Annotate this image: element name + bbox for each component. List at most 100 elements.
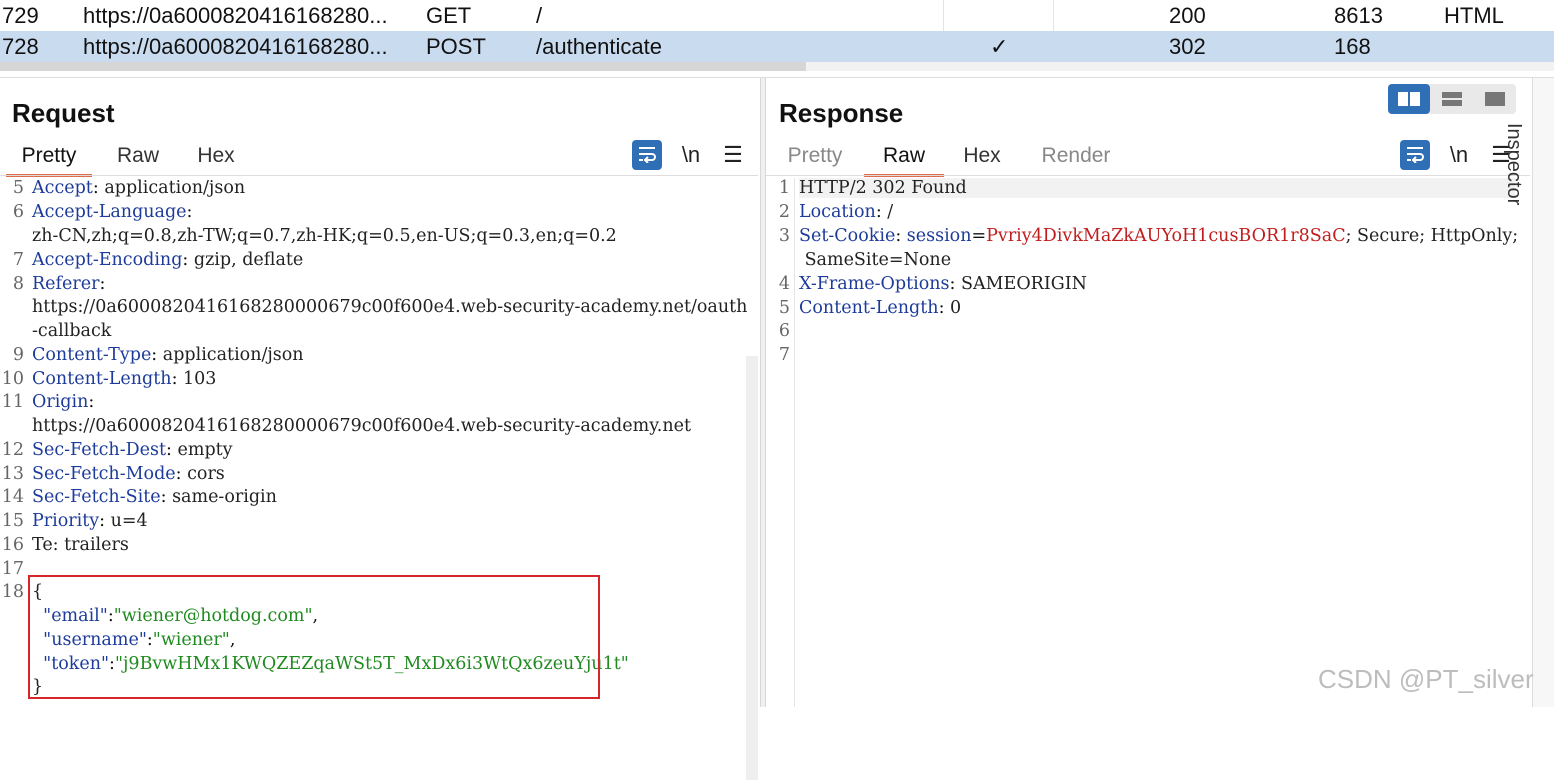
header-name: Accept-Encoding <box>32 250 183 270</box>
line-number: 5 <box>12 178 24 198</box>
header-value: same-origin <box>166 487 277 507</box>
line-number: 14 <box>1 487 24 507</box>
row-status: 200 <box>1169 3 1206 28</box>
header-value: https://0a6000820416168280000679c00f600e… <box>32 416 691 436</box>
row-number: 729 <box>2 3 39 28</box>
header-value: -callback <box>32 321 112 341</box>
line-number: 7 <box>778 345 790 365</box>
tab-pretty[interactable]: Pretty <box>774 140 856 174</box>
show-newlines-button[interactable]: \n <box>676 140 706 170</box>
line-number: 2 <box>778 202 790 222</box>
header-value: https://0a6000820416168280000679c00f600e… <box>32 297 748 317</box>
line-gutter: 1 2 3 4 5 6 7 <box>766 178 795 707</box>
line-number: 6 <box>778 321 790 341</box>
line-number: 6 <box>12 202 24 222</box>
header-value: SAMEORIGIN <box>955 274 1087 294</box>
rows-icon <box>1442 92 1462 106</box>
header-value: / <box>881 202 894 222</box>
layout-side-by-side-button[interactable] <box>1388 84 1430 114</box>
header-value: cors <box>181 464 225 484</box>
cookie-attributes: SameSite=None <box>799 250 952 270</box>
header-name: Referer <box>32 274 100 294</box>
tab-pretty[interactable]: Pretty <box>6 140 92 177</box>
wrap-icon <box>1407 147 1424 164</box>
layout-toggle-group <box>1388 84 1516 114</box>
wrap-icon <box>639 147 656 164</box>
inspector-label: Inspector <box>1503 123 1525 206</box>
row-number: 728 <box>2 34 39 59</box>
cookie-attributes: ; Secure; HttpOnly; <box>1345 226 1519 246</box>
history-horizontal-scrollbar[interactable] <box>0 62 1554 71</box>
header-name: Set-Cookie <box>799 226 896 246</box>
request-pane: Request Pretty Raw Hex \n ☰ 5 6 7 8 9 10… <box>0 78 758 780</box>
response-editor[interactable]: 1 2 3 4 5 6 7 HTTP/2 302 Found Location:… <box>766 178 1519 707</box>
header-name: Sec-Fetch-Mode <box>32 464 176 484</box>
header-value: zh-CN,zh;q=0.8,zh-TW;q=0.7,zh-HK;q=0.5,e… <box>32 226 617 246</box>
header-name: Origin <box>32 392 89 412</box>
line-number: 5 <box>778 298 790 318</box>
row-url: https://0a6000820416168280... <box>83 3 388 28</box>
watermark: CSDN @PT_silver <box>1318 664 1534 694</box>
line-number: 15 <box>1 511 24 531</box>
header-value: 0 <box>944 298 962 318</box>
row-mime: HTML <box>1444 3 1504 28</box>
header-value: 103 <box>177 369 217 389</box>
header-name: Sec-Fetch-Dest <box>32 440 167 460</box>
tab-hex[interactable]: Hex <box>184 140 248 174</box>
line-number: 11 <box>1 392 24 412</box>
line-number: 9 <box>12 345 24 365</box>
line-number: 8 <box>12 274 24 294</box>
header-name: Accept-Language <box>32 202 187 222</box>
row-status: 302 <box>1169 34 1206 59</box>
line-number: 18 <box>1 582 24 602</box>
row-url: https://0a6000820416168280... <box>83 34 388 59</box>
table-row-selected[interactable]: 728 https://0a6000820416168280... POST /… <box>0 31 1554 62</box>
tab-hex[interactable]: Hex <box>952 140 1012 174</box>
row-path: /authenticate <box>536 34 662 59</box>
columns-icon <box>1398 92 1420 106</box>
header-name: Content-Length <box>799 298 939 318</box>
layout-single-button[interactable] <box>1474 84 1516 114</box>
inspector-sidebar[interactable]: Inspector <box>1503 78 1554 707</box>
http-history-table: 729 https://0a6000820416168280... GET / … <box>0 0 1554 62</box>
header-name: Content-Length <box>32 369 172 389</box>
header-value: empty <box>171 440 233 460</box>
line-number: 12 <box>1 440 24 460</box>
header-name: X-Frame-Options <box>799 274 950 294</box>
line-number: 16 <box>1 535 24 555</box>
status-line: HTTP/2 302 Found <box>799 178 967 198</box>
line-gutter: 5 6 7 8 9 10 11 12 13 14 15 16 17 18 <box>0 178 28 707</box>
line-number: 4 <box>778 274 790 294</box>
row-length: 168 <box>1334 34 1371 59</box>
header-name: Accept <box>32 178 93 198</box>
json-body-highlight-box <box>28 575 600 699</box>
cookie-value: Pvriy4DivkMaZkAUYoH1cusBOR1r8SaC <box>986 226 1346 246</box>
tab-raw[interactable]: Raw <box>864 140 944 177</box>
row-method: POST <box>426 34 486 59</box>
header-name: Priority <box>32 511 100 531</box>
header-value: application/json <box>98 178 246 198</box>
wrap-lines-button[interactable] <box>632 140 662 170</box>
scrollbar-thumb[interactable] <box>0 62 806 71</box>
line-number: 17 <box>1 559 24 579</box>
header-value: gzip, deflate <box>188 250 304 270</box>
line-number: 13 <box>1 464 24 484</box>
header-value: u=4 <box>105 511 148 531</box>
wrap-lines-button[interactable] <box>1400 140 1430 170</box>
menu-icon[interactable]: ☰ <box>718 140 748 170</box>
row-path: / <box>536 3 543 28</box>
row-method: GET <box>426 3 472 28</box>
layout-stacked-button[interactable] <box>1431 84 1473 114</box>
tab-raw[interactable]: Raw <box>104 140 172 174</box>
request-vertical-scrollbar[interactable] <box>746 356 758 780</box>
row-length: 8613 <box>1334 3 1383 28</box>
line-number: 3 <box>778 226 790 246</box>
split-divider[interactable] <box>0 71 1554 78</box>
line-number: 1 <box>778 178 790 198</box>
header-value: application/json <box>157 345 304 365</box>
show-newlines-button[interactable]: \n <box>1444 140 1474 170</box>
line-number: 7 <box>12 250 24 270</box>
tab-render[interactable]: Render <box>1030 140 1122 174</box>
table-row[interactable]: 729 https://0a6000820416168280... GET / … <box>0 0 1554 31</box>
single-panel-icon <box>1485 92 1505 106</box>
